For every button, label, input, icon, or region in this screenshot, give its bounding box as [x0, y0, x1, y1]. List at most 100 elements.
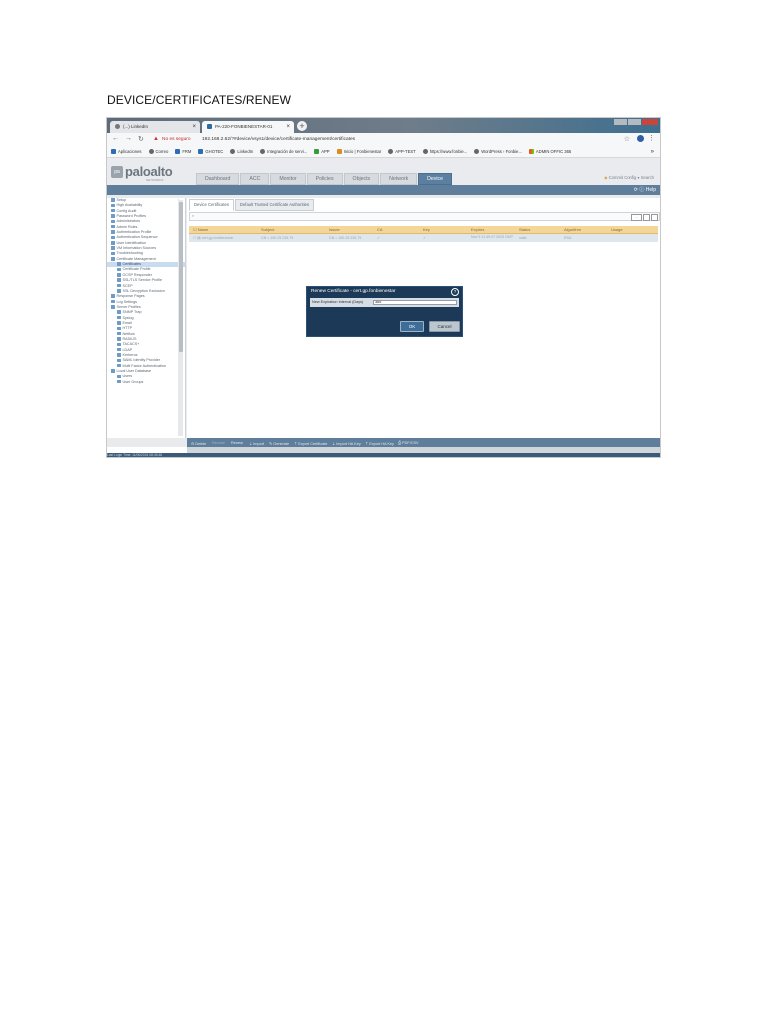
close-tab-icon[interactable]: ×: [192, 121, 196, 133]
sidebar-item-label: HTTP: [122, 326, 133, 331]
nav-tab-policies[interactable]: Policies: [306, 173, 343, 185]
checkbox-icon[interactable]: ☐: [193, 236, 196, 240]
generate-button[interactable]: ✎ Generate: [269, 441, 289, 446]
url-field[interactable]: 192.168.2.62/?#device/vsys1/device/certi…: [202, 137, 355, 142]
sidebar-scrollbar[interactable]: [178, 200, 183, 436]
column-header[interactable]: Key: [423, 227, 430, 232]
cancel-button[interactable]: Cancel: [429, 321, 460, 332]
logo-text: paloalto: [125, 164, 173, 179]
column-header[interactable]: ☐ Name: [193, 227, 208, 232]
nav-tab-acc[interactable]: ACC: [240, 173, 270, 185]
tab-label: (...) LinkedIn: [123, 124, 149, 129]
bookmark-item[interactable]: APP: [314, 149, 330, 154]
column-header[interactable]: Usage: [611, 227, 623, 232]
expiration-interval-label: New Expiration Interval (Days): [312, 300, 364, 304]
bookmark-star-icon[interactable]: ☆: [624, 135, 630, 143]
tree-node-icon: [111, 257, 115, 261]
scrollbar-thumb[interactable]: [178, 202, 183, 352]
column-header[interactable]: Status: [519, 227, 530, 232]
security-status[interactable]: No es seguro: [162, 137, 191, 142]
import-ha-key-button[interactable]: ⇣ Import HA Key: [332, 441, 361, 446]
checkbox-icon[interactable]: ☐: [193, 227, 197, 232]
tree-node-icon: [111, 214, 115, 218]
close-window-button[interactable]: [642, 119, 658, 125]
tree-node-icon: [117, 283, 121, 288]
sidebar-item-label: Local User Database: [116, 369, 151, 373]
browser-tab-linkedin[interactable]: (...) LinkedIn ×: [110, 121, 200, 133]
column-header[interactable]: Algorithm: [564, 227, 581, 232]
search-icon: ⌕: [192, 213, 195, 218]
minimize-button[interactable]: [614, 119, 627, 125]
sidebar-item-label: SSL Decryption Exclusion: [122, 288, 165, 293]
nav-tab-network[interactable]: Network: [380, 173, 418, 185]
tree-node-icon: [111, 251, 115, 256]
column-header[interactable]: Issuer: [329, 227, 340, 232]
tree-node-icon: [111, 235, 115, 240]
logo-subtext: NETWORKS: [146, 178, 164, 182]
sidebar-item-user-groups[interactable]: User Groups: [107, 380, 185, 385]
bookmark-item[interactable]: GHOTEC: [198, 149, 223, 154]
pdf-csv-button[interactable]: ⎙ PDF/CSV: [398, 441, 419, 445]
browser-tab-paloalto[interactable]: PA-220-FONBIENESTAR-01 ×: [202, 121, 294, 133]
bookmark-item[interactable]: LinkedIn: [230, 149, 253, 154]
export-certificate-button[interactable]: ⇡ Export Certificate: [294, 441, 327, 446]
browser-menu-icon[interactable]: ⋮: [648, 134, 655, 142]
nav-tab-device[interactable]: Device: [418, 173, 453, 185]
nav-tab-dashboard[interactable]: Dashboard: [196, 173, 240, 185]
sidebar-item-label: Kerberos: [122, 352, 138, 357]
clear-filter-button[interactable]: [651, 213, 658, 221]
sidebar-item-label: SCEP: [122, 283, 133, 288]
nav-tab-monitor[interactable]: Monitor: [270, 173, 306, 185]
bookmark-item[interactable]: ADMIN OFFIC 365: [528, 149, 571, 154]
tab-device-certificates[interactable]: Device Certificates: [189, 199, 234, 211]
column-header[interactable]: Expires: [471, 227, 484, 232]
device-sidebar: Setup›High AvailabilityConfig AuditPassw…: [107, 198, 186, 438]
bookmark-item[interactable]: APP-TEST: [388, 149, 416, 154]
forward-icon[interactable]: →: [125, 135, 132, 142]
apps-icon: [111, 149, 116, 154]
header-actions[interactable]: ◆ Commit Config ▾ Search: [604, 175, 654, 180]
sidebar-item-label: SNMP Trap: [122, 310, 142, 315]
close-tab-icon[interactable]: ×: [286, 121, 290, 133]
back-icon[interactable]: ←: [112, 135, 119, 142]
account-avatar[interactable]: [637, 135, 644, 142]
sidebar-item-label: Administrators: [116, 219, 141, 224]
delete-button[interactable]: ⊖ Delete: [191, 441, 206, 446]
new-tab-button[interactable]: +: [297, 121, 307, 131]
table-row[interactable]: ☐ ▤ cert.gp.fonbienestar CN = 190.25.235…: [189, 234, 658, 242]
bookmark-item[interactable]: Integración de servi...: [260, 149, 307, 154]
expiration-interval-input[interactable]: [373, 299, 457, 305]
nav-tab-objects[interactable]: Objects: [343, 173, 380, 185]
column-header[interactable]: CA: [377, 227, 383, 232]
maximize-button[interactable]: [628, 119, 641, 125]
tab-default-trusted-cas[interactable]: Default Trusted Certificate Authorities: [234, 199, 315, 211]
import-button[interactable]: ⇣ Import: [249, 441, 264, 446]
bookmark-item[interactable]: Correo: [148, 149, 168, 154]
tree-node-icon: [117, 267, 121, 272]
bookmark-item[interactable]: https://www.fonbie...: [422, 149, 467, 154]
help-icon[interactable]: ?: [451, 288, 459, 296]
dialog-body: New Expiration Interval (Days): [310, 298, 459, 307]
sidebar-item-label: Response Pages: [116, 294, 145, 299]
tree-node-icon: [111, 299, 115, 304]
renew-button[interactable]: Renew: [231, 441, 243, 445]
microsoft-icon: [528, 149, 534, 154]
ok-button[interactable]: OK: [400, 321, 424, 332]
sidebar-item-label: High Availability: [116, 203, 143, 208]
bookmark-item[interactable]: Aplicaciones: [111, 149, 142, 154]
help-button[interactable]: ⟳ ⓘ Help: [634, 186, 656, 193]
document-page: { "heading": "DEVICE/CERTIFICATES/RENEW"…: [0, 0, 768, 1024]
tree-node-icon: [117, 310, 121, 314]
apply-filter-button[interactable]: [643, 213, 650, 221]
bookmark-item[interactable]: Inicio | Fonbienestar: [336, 149, 381, 154]
revoke-button[interactable]: Revoke: [212, 441, 225, 445]
reload-icon[interactable]: ↻: [138, 135, 144, 143]
certificate-icon: ▤: [197, 235, 201, 240]
bookmark-item[interactable]: FRM: [175, 149, 191, 154]
more-bookmarks-icon[interactable]: »: [651, 149, 654, 155]
export-ha-key-button[interactable]: ⇡ Export HA Key: [365, 441, 394, 446]
bookmark-item[interactable]: WordPress › Fonbie...: [474, 149, 522, 154]
filter-bar[interactable]: ⌕ →: [189, 212, 660, 221]
column-header[interactable]: Subject: [261, 227, 274, 232]
tree-node-icon: [117, 315, 121, 320]
